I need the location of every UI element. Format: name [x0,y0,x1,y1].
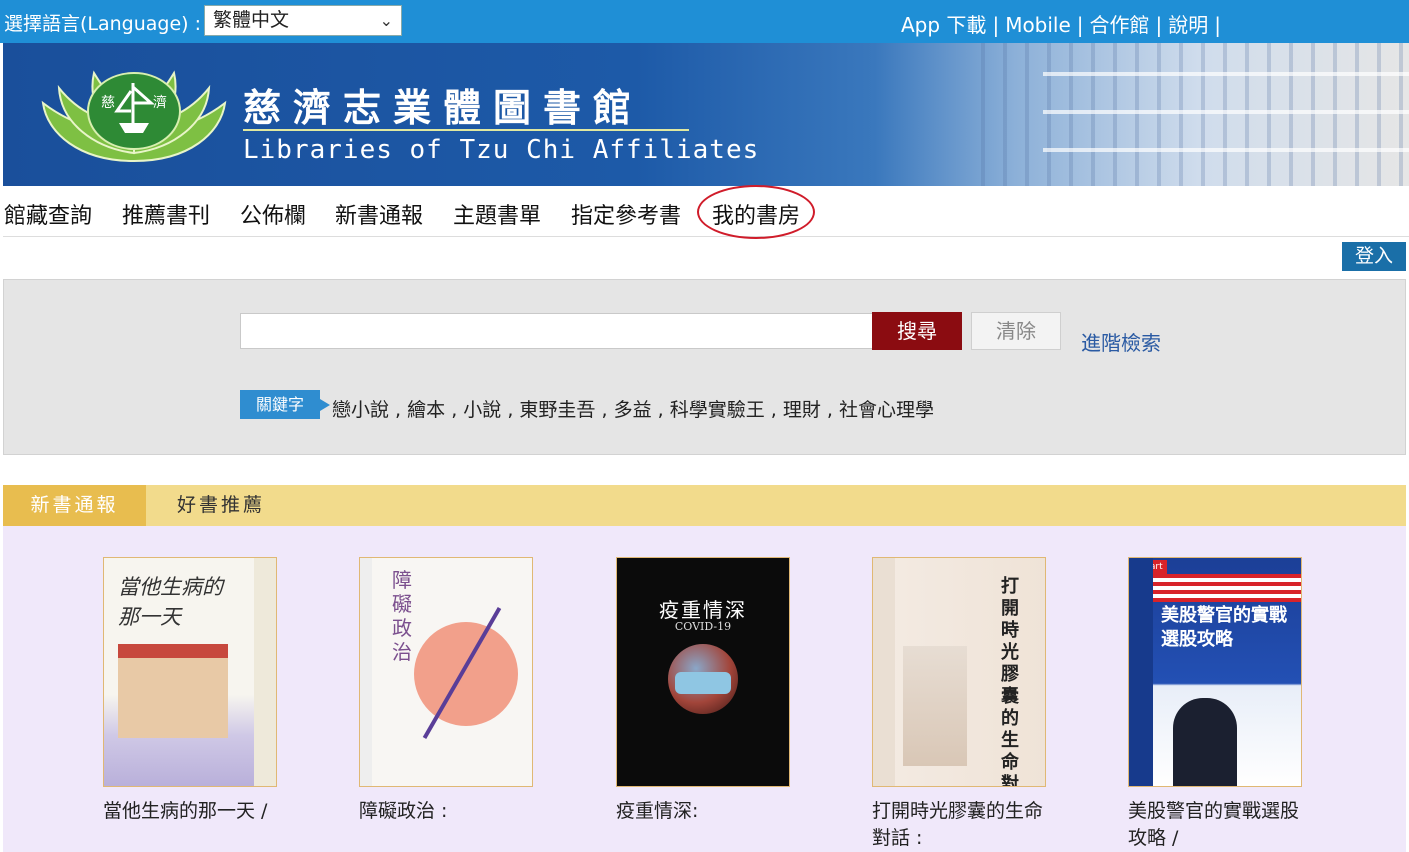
nav-new-books[interactable]: 新書通報 [335,198,423,230]
top-links: App 下載 | Mobile | 合作館 | 說明 | [901,9,1227,38]
cover-title: 美股警官的實戰選股攻略 [1161,605,1287,650]
keyword-link[interactable]: 社會心理學 [839,399,934,421]
language-select[interactable]: 繁體中文 ⌄ [204,5,402,36]
library-title-chinese: 慈濟志業體圖書館 [243,85,644,130]
book-tabs: 新書通報 好書推薦 [3,485,1406,527]
cover-illustration [118,644,228,738]
search-button[interactable]: 搜尋 [872,312,962,350]
book-cover[interactable]: 疫重情深 COVID-19 [616,557,790,787]
book-cover[interactable]: 障礙政治 [359,557,533,787]
separator: | [1076,13,1084,37]
cover-portrait [1173,698,1237,786]
cover-photo [903,646,967,766]
cover-spine [873,558,895,786]
separator: | [1214,13,1222,37]
keyword-link[interactable]: 理財 [783,399,821,421]
book-title[interactable]: 美股警官的實戰選股攻略 / [1128,798,1308,852]
cover-spine [1129,558,1153,786]
language-selected-value: 繁體中文 [213,9,290,31]
cover-title: 打開時光膠囊的生命對話 [1001,576,1019,787]
nav-bulletin[interactable]: 公佈欄 [240,198,306,230]
highlight-annotation [697,185,815,239]
separator: | [1155,13,1163,37]
keyword-link[interactable]: 多益 [614,399,652,421]
cover-title: 障礙政治 [392,568,412,664]
tzu-chi-logo: 慈 濟 [41,70,227,163]
partner-libraries-link[interactable]: 合作館 [1090,13,1150,37]
book-title[interactable]: 疫重情深: [616,798,796,825]
keyword-list: 戀小說 , 繪本 , 小說 , 東野圭吾 , 多益 , 科學實驗王 , 理財 ,… [332,399,934,421]
language-label: 選擇語言(Language) : [4,13,202,35]
search-panel: 搜尋 清除 進階檢索 關鍵字 戀小說 , 繪本 , 小說 , 東野圭吾 , 多益… [3,279,1406,455]
book-cover[interactable]: Smart 美股警官的實戰選股攻略 [1128,557,1302,787]
top-bar: 選擇語言(Language) : 繁體中文 ⌄ App 下載 | Mobile | 合作… [0,0,1409,43]
app-download-link[interactable]: App 下載 [901,13,986,37]
separator: | [992,13,1000,37]
tab-recommended-books[interactable]: 好書推薦 [177,485,265,526]
book-title[interactable]: 打開時光膠囊的生命對話 : [872,798,1052,852]
keyword-link[interactable]: 繪本 [407,399,445,421]
cover-subtitle: COVID-19 [674,620,732,633]
nav-reference-books[interactable]: 指定參考書 [571,198,681,230]
logo-char-right: 濟 [153,95,167,111]
cover-spine [360,558,372,786]
book-cover[interactable]: 當他生病的那一天 [103,557,277,787]
book-cover[interactable]: 打開時光膠囊的生命對話 [872,557,1046,787]
keyword-link[interactable]: 戀小說 [332,399,389,421]
tab-new-books[interactable]: 新書通報 [3,485,146,526]
help-link[interactable]: 說明 [1168,13,1208,37]
library-title-english: Libraries of Tzu Chi Affiliates [243,135,760,165]
header-banner: 慈 濟 慈濟志業體圖書館 Libraries of Tzu Chi Affili… [3,43,1409,186]
nav-recommended[interactable]: 推薦書刊 [122,198,210,230]
book-title[interactable]: 障礙政治 : [359,798,539,825]
mobile-link[interactable]: Mobile [1005,13,1071,37]
shelf-lines [1043,43,1409,186]
cover-spine [254,558,276,786]
cover-title: 當他生病的那一天 [118,575,223,629]
nav-theme-lists[interactable]: 主題書單 [453,198,541,230]
keyword-link[interactable]: 小說 [463,399,501,421]
cover-flag [1129,574,1301,602]
login-button[interactable]: 登入 [1342,242,1406,271]
keyword-link[interactable]: 東野圭吾 [519,399,595,421]
book-title[interactable]: 當他生病的那一天 / [103,798,283,825]
nav-collection-search[interactable]: 館藏查詢 [4,198,92,230]
search-input[interactable] [240,313,873,349]
chevron-down-icon: ⌄ [379,11,393,30]
keyword-link[interactable]: 科學實驗王 [670,399,765,421]
advanced-search-link[interactable]: 進階檢索 [1081,327,1161,356]
keyword-badge: 關鍵字 [240,390,330,419]
logo-char-left: 慈 [101,95,115,111]
cover-title: 疫重情深 [659,598,747,622]
clear-button[interactable]: 清除 [971,312,1061,350]
cover-circle [414,622,518,726]
cover-mask [675,672,731,694]
title-divider [243,129,689,131]
